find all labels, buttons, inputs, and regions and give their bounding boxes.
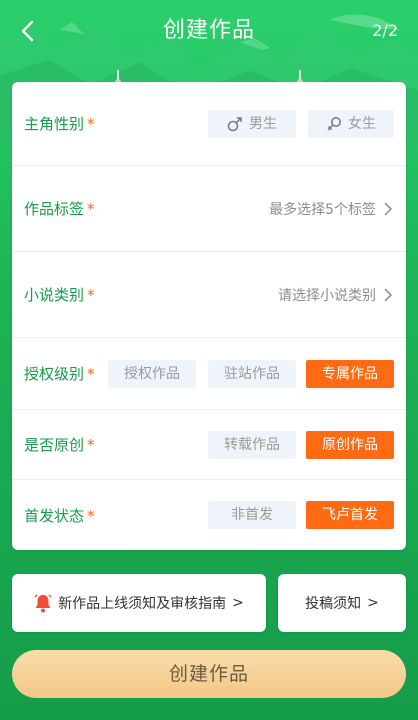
- original-label: 是否原创 *: [24, 436, 95, 454]
- tags-selector[interactable]: 最多选择5个标签: [269, 199, 392, 219]
- male-option[interactable]: 男生: [208, 109, 296, 138]
- chevron-right-icon: [384, 201, 392, 216]
- original-option-repost[interactable]: 转载作品: [208, 430, 296, 459]
- tags-placeholder: 最多选择5个标签: [269, 201, 376, 218]
- original-option-original[interactable]: 原创作品: [306, 430, 394, 459]
- guide-arrow: >: [232, 595, 244, 611]
- first-release-option-faloo[interactable]: 飞卢首发: [306, 501, 394, 529]
- female-label: 女生: [348, 115, 376, 132]
- submit-notice-arrow: >: [367, 595, 379, 611]
- female-option[interactable]: 女生: [308, 109, 394, 138]
- male-icon: [227, 116, 242, 131]
- tags-label: 作品标签 *: [24, 200, 95, 218]
- first-release-label: 首发状态 *: [24, 506, 95, 525]
- original-row: 是否原创 * 转载作品 原创作品: [12, 410, 406, 480]
- required-mark: *: [87, 200, 95, 218]
- license-option-authorized[interactable]: 授权作品: [108, 359, 196, 388]
- required-mark: *: [87, 286, 95, 304]
- required-mark: *: [87, 436, 95, 454]
- step-indicator: 2/2: [372, 21, 398, 40]
- bell-icon: [34, 594, 52, 613]
- license-row: 授权级别 * 授权作品 驻站作品 专属作品: [12, 338, 406, 410]
- submit-notice-link[interactable]: 投稿须知 >: [278, 574, 406, 632]
- gender-label: 主角性别 *: [24, 115, 95, 133]
- form-card: 主角性别 * 男生 女生 作品标签 * 最多选择5个标签 小说类别 * 请选择小…: [12, 82, 406, 550]
- required-mark: *: [87, 506, 95, 525]
- category-placeholder: 请选择小说类别: [278, 287, 376, 304]
- submit-notice-text: 投稿须知: [305, 596, 362, 612]
- required-mark: *: [87, 365, 95, 383]
- license-option-resident[interactable]: 驻站作品: [208, 359, 296, 388]
- required-mark: *: [87, 115, 95, 133]
- license-option-exclusive[interactable]: 专属作品: [306, 359, 394, 388]
- first-release-option-no[interactable]: 非首发: [208, 501, 296, 529]
- top-bar: 创建作品 2/2: [0, 0, 418, 64]
- tags-row[interactable]: 作品标签 * 最多选择5个标签: [12, 166, 406, 252]
- category-label: 小说类别 *: [24, 286, 95, 304]
- chevron-right-icon: [384, 287, 392, 302]
- male-label: 男生: [249, 115, 277, 132]
- gender-row: 主角性别 * 男生 女生: [12, 82, 406, 166]
- first-release-row: 首发状态 * 非首发 飞卢首发: [12, 480, 406, 550]
- page-title: 创建作品: [162, 18, 255, 43]
- guide-text: 新作品上线须知及审核指南: [58, 596, 227, 612]
- create-work-button[interactable]: 创建作品: [12, 650, 406, 698]
- category-row[interactable]: 小说类别 * 请选择小说类别: [12, 252, 406, 338]
- license-label: 授权级别 *: [24, 365, 95, 383]
- female-icon: [327, 116, 341, 131]
- category-selector[interactable]: 请选择小说类别: [278, 285, 392, 305]
- guide-link[interactable]: 新作品上线须知及审核指南 >: [12, 574, 266, 632]
